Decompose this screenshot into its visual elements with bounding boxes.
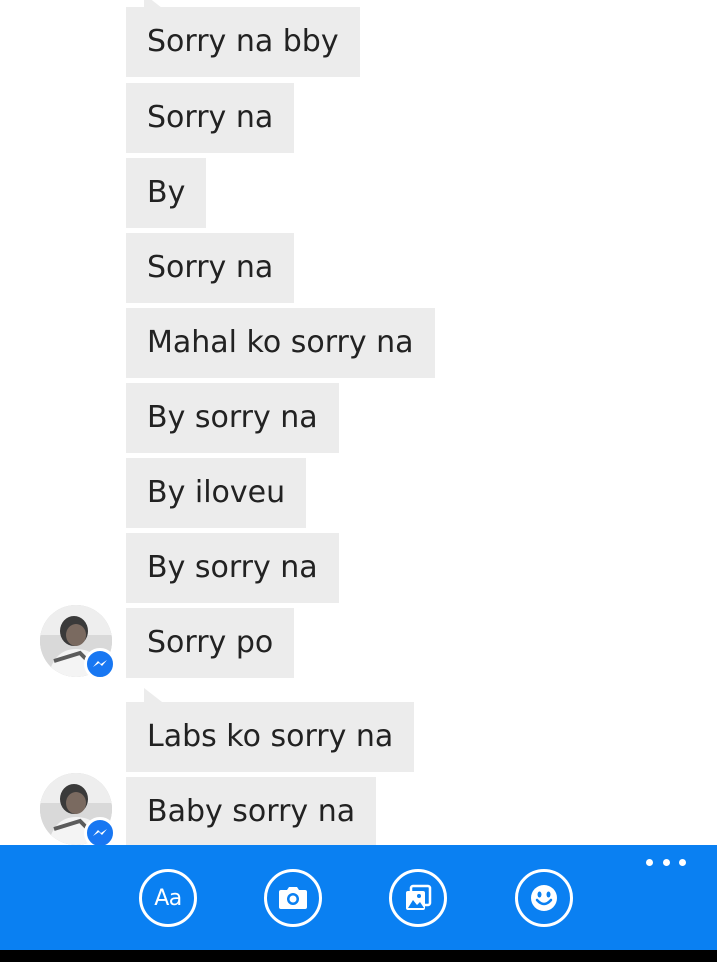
message-bubble[interactable]: By sorry na (126, 383, 339, 453)
message-thread[interactable]: Sorry na bby Sorry na By Sorry na Mahal … (0, 0, 717, 845)
messenger-badge-icon (84, 648, 116, 680)
bubble-tail (144, 688, 162, 702)
more-dots-icon[interactable] (646, 859, 686, 869)
gallery-button[interactable] (389, 869, 447, 927)
dot (662, 859, 670, 866)
messenger-badge-icon (84, 817, 116, 845)
message-bubble[interactable]: Sorry na (126, 233, 295, 303)
message-bubble[interactable]: By iloveu (126, 458, 307, 528)
emoji-button[interactable] (515, 869, 573, 927)
text-format-button[interactable]: Aa (139, 869, 197, 927)
messenger-conversation-screen: Sorry na bby Sorry na By Sorry na Mahal … (0, 0, 717, 962)
message-bubble[interactable]: By (126, 158, 207, 228)
message-bubble[interactable]: Mahal ko sorry na (126, 308, 435, 378)
gallery-icon (406, 884, 432, 910)
camera-button[interactable] (264, 869, 322, 927)
text-format-icon: Aa (154, 885, 182, 911)
dot (646, 859, 653, 866)
dot (679, 859, 686, 866)
message-bubble[interactable]: Sorry po (126, 608, 295, 678)
emoji-icon (531, 885, 557, 911)
system-navigation-bar (0, 950, 717, 962)
message-bubble[interactable]: Labs ko sorry na (126, 702, 415, 772)
composer-toolbar: Aa (0, 845, 717, 950)
camera-icon (279, 887, 307, 909)
message-bubble[interactable]: Sorry na (126, 83, 295, 153)
message-bubble[interactable]: Baby sorry na (126, 777, 377, 845)
message-bubble[interactable]: Sorry na bby (126, 7, 360, 77)
message-bubble[interactable]: By sorry na (126, 533, 339, 603)
